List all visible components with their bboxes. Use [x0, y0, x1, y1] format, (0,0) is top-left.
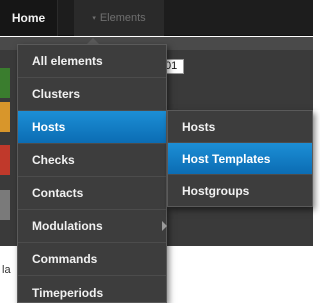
submenu-item-hostgroups[interactable]: Hostgroups [168, 175, 312, 207]
menu-item-commands[interactable]: Commands [18, 243, 166, 276]
status-color-bar [0, 68, 10, 98]
status-color-bar [0, 102, 10, 132]
nav-home-label: Home [11, 11, 46, 25]
menu-item-all-elements[interactable]: All elements [18, 45, 166, 78]
menu-item-timeperiods[interactable]: Timeperiods [18, 276, 166, 303]
nav-elements-label: Elements [99, 12, 146, 24]
background-text: la [2, 264, 11, 276]
menu-item-label: Timeperiods [32, 285, 104, 300]
status-color-bar [0, 190, 10, 220]
menu-item-label: Contacts [32, 186, 84, 200]
menu-item-label: Clusters [32, 87, 81, 101]
submenu-arrow-icon [162, 221, 167, 231]
menu-item-label: Hosts [32, 120, 66, 134]
top-navbar: Home ▾ Elements [0, 0, 313, 36]
menu-item-label: Checks [32, 153, 75, 167]
elements-menu: All elements Clusters Hosts Checks Conta… [17, 44, 167, 303]
menu-item-label: Commands [32, 252, 98, 266]
submenu-item-host-templates[interactable]: Host Templates [168, 143, 312, 175]
menu-item-label: Modulations [32, 219, 103, 233]
menu-item-checks[interactable]: Checks [18, 144, 166, 177]
submenu-item-label: Hosts [182, 119, 216, 134]
menu-item-clusters[interactable]: Clusters [18, 78, 166, 111]
menu-item-label: All elements [32, 54, 103, 68]
menu-item-modulations[interactable]: Modulations [18, 210, 167, 243]
nav-home-link[interactable]: Home [0, 0, 58, 36]
hosts-submenu: Hosts Host Templates Hostgroups [167, 110, 313, 207]
status-color-bar [0, 145, 10, 175]
submenu-item-label: Host Templates [182, 151, 271, 166]
submenu-item-hosts[interactable]: Hosts [168, 111, 312, 143]
nav-elements-dropdown[interactable]: ▾ Elements [74, 0, 164, 36]
menu-item-contacts[interactable]: Contacts [18, 177, 166, 210]
submenu-item-label: Hostgroups [182, 184, 250, 198]
caret-down-icon: ▾ [92, 15, 96, 22]
menu-item-hosts[interactable]: Hosts [18, 111, 166, 144]
